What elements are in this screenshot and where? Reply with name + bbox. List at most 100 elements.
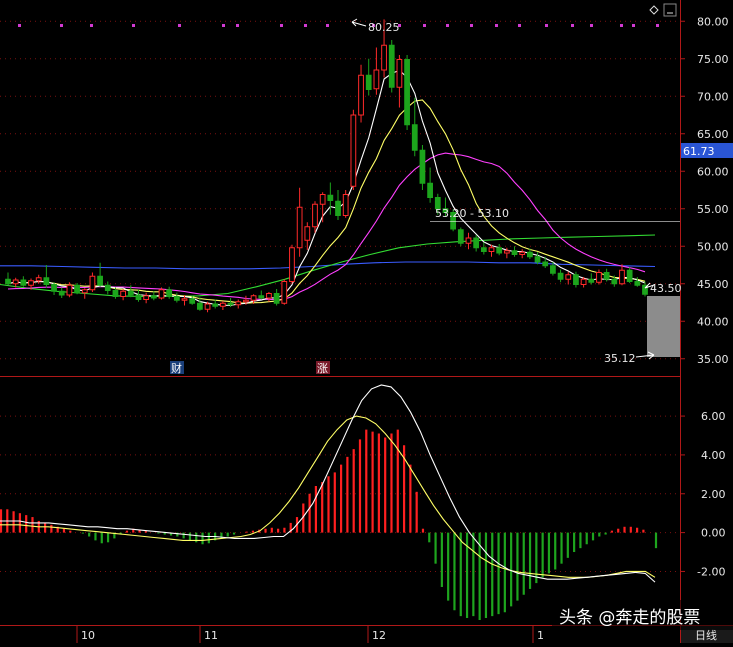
high-arrow — [351, 18, 367, 27]
price-tick-label: 60.00 — [697, 165, 729, 178]
indicator-tick-label: 4.00 — [701, 449, 726, 462]
indicator-tick-label: 6.00 — [701, 410, 726, 423]
candle-up — [158, 289, 165, 299]
candle-up — [266, 293, 272, 299]
candle-up — [66, 284, 73, 296]
candle-down — [411, 124, 418, 151]
event-dot — [423, 24, 426, 27]
candle-down — [166, 289, 173, 297]
stock-chart: 80.00 75.00 70.00 65.00 60.00 55.00 50.00 45.00… — [0, 0, 733, 643]
candle-down — [51, 284, 57, 292]
candle-down — [58, 290, 65, 296]
candle-up — [396, 59, 403, 88]
price-tick-label: 70.00 — [697, 90, 729, 103]
candle-up — [519, 251, 526, 255]
candle-down — [626, 269, 633, 282]
candle-up — [319, 194, 326, 205]
ma5-line — [7, 69, 646, 307]
high-price-annotation: 80.25 — [368, 21, 400, 34]
candle-down — [258, 295, 265, 299]
candle-up — [358, 74, 364, 116]
candle-down — [104, 284, 111, 291]
candle-down — [603, 272, 610, 280]
time-x-axis: 10 11 12 1 — [76, 626, 544, 643]
minimize-icon[interactable] — [663, 3, 677, 17]
event-dot — [18, 24, 21, 27]
event-dot — [236, 24, 239, 27]
candle-down — [542, 261, 549, 267]
x-tick-label: 1 — [537, 629, 544, 642]
candle-down — [74, 284, 80, 294]
candle-down — [480, 247, 487, 252]
ma10-line — [7, 99, 646, 304]
candle-up — [250, 295, 257, 301]
candle-down — [97, 275, 103, 286]
macd-histogram — [0, 429, 658, 620]
x-tick-label: 11 — [204, 629, 218, 642]
price-tick-label: 80.00 — [697, 15, 729, 28]
candle-up — [342, 194, 349, 216]
candle-up — [488, 247, 495, 252]
candle-down — [112, 290, 119, 297]
event-dot — [60, 24, 63, 27]
last-price-annotation: 43.50 — [650, 282, 682, 295]
price-tick-label: 35.00 — [697, 353, 729, 366]
candle-down — [550, 265, 556, 274]
candle-down — [150, 295, 157, 299]
limit-up-marker-label: 涨 — [317, 362, 328, 375]
event-dot — [304, 24, 307, 27]
candle-down — [273, 293, 280, 304]
candle-up — [350, 114, 357, 187]
candle-up — [580, 278, 587, 285]
indicator-tick-label: -2.00 — [697, 565, 725, 578]
candles — [5, 19, 648, 313]
event-dot — [632, 24, 635, 27]
candle-down — [20, 279, 27, 286]
price-tick-label: 45.00 — [697, 278, 729, 291]
candle-up — [220, 302, 226, 307]
candle-up — [235, 301, 242, 306]
candle-up — [204, 303, 211, 310]
candle-down — [388, 44, 395, 88]
candle-down — [365, 74, 372, 90]
candle-down — [135, 294, 142, 300]
volume-profile-block — [647, 296, 680, 357]
candle-up — [465, 237, 472, 244]
low-price-annotation: 35.12 — [604, 352, 636, 365]
price-gridlines — [0, 20, 680, 360]
price-tick-label: 50.00 — [697, 240, 729, 253]
candle-up — [181, 298, 188, 301]
current-price-label: 61.73 — [683, 145, 715, 158]
candle-up — [304, 226, 311, 241]
candle-up — [81, 289, 88, 294]
candle-down — [404, 59, 410, 126]
candle-up — [89, 275, 96, 291]
event-dots — [18, 24, 659, 27]
x-tick-label: 10 — [81, 629, 95, 642]
chart-container[interactable]: 80.00 75.00 70.00 65.00 60.00 55.00 50.00 45.00… — [0, 0, 733, 643]
candle-down — [427, 182, 433, 198]
candle-down — [196, 302, 203, 310]
period-label: 日线 — [695, 628, 717, 642]
event-dot — [326, 24, 329, 27]
ma60-line — [0, 234, 656, 298]
indicator-tick-label: 2.00 — [701, 488, 726, 501]
candle-up — [296, 206, 303, 249]
candle-up — [381, 44, 387, 71]
moving-averages — [0, 69, 656, 307]
range-annotation: 53.20 - 53.10 — [435, 207, 509, 220]
candle-down — [335, 200, 341, 216]
event-dot — [590, 24, 593, 27]
candle-up — [35, 277, 42, 282]
candle-up — [143, 295, 150, 300]
candle-up — [243, 299, 249, 303]
x-tick-label: 12 — [372, 629, 386, 642]
event-dot — [222, 24, 225, 27]
event-dot — [446, 24, 449, 27]
event-dot — [280, 24, 283, 27]
candle-down — [557, 272, 564, 280]
diamond-icon[interactable] — [649, 5, 659, 15]
financial-report-marker-label: 财 — [171, 361, 182, 375]
candle-down — [43, 277, 50, 285]
candle-down — [473, 237, 480, 249]
